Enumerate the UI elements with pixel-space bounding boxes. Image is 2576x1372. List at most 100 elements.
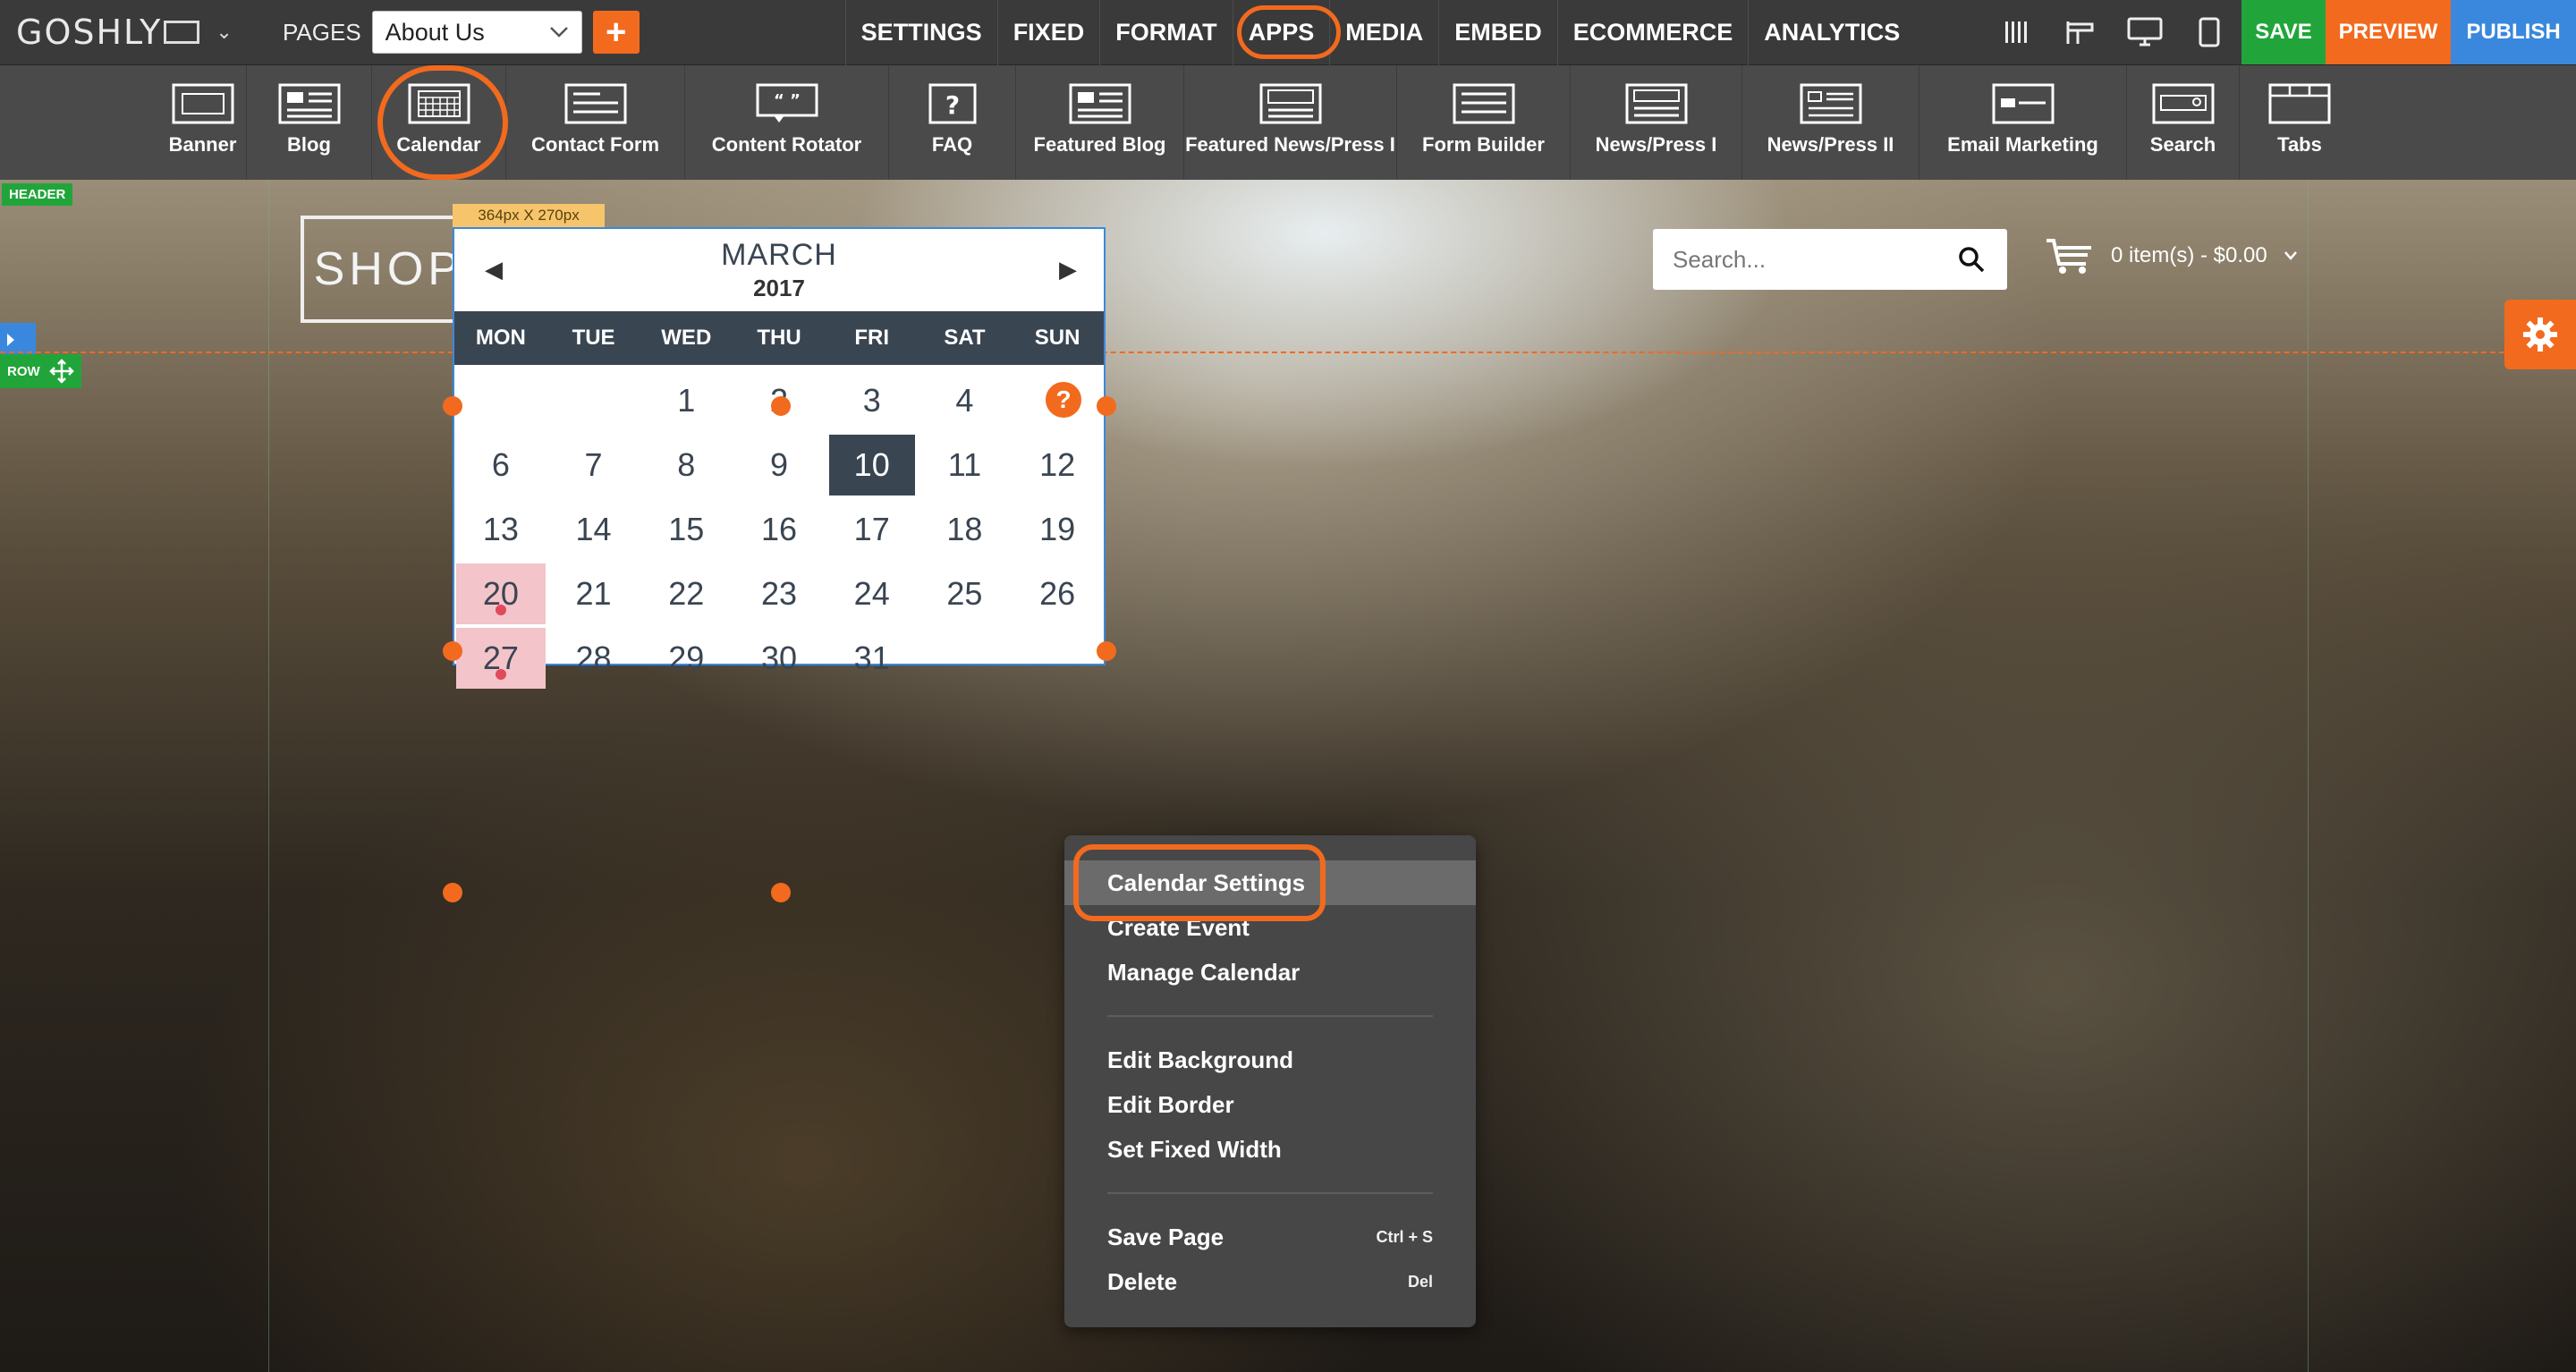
app-content-rotator[interactable]: “ ” Content Rotator (685, 65, 889, 180)
save-button[interactable]: SAVE (2241, 0, 2326, 64)
app-calendar[interactable]: Calendar (372, 65, 508, 180)
menu-item-label: Delete (1107, 1267, 1178, 1295)
menu-item-manage-calendar[interactable]: Manage Calendar (1064, 950, 1476, 995)
calendar-day[interactable]: 1 (640, 370, 733, 431)
app-label: Search (2149, 133, 2216, 156)
calendar-day[interactable]: 27 (456, 628, 546, 689)
menu-ecommerce[interactable]: ECOMMERCE (1556, 0, 1749, 65)
resize-handle-right[interactable] (1097, 641, 1116, 661)
page-select[interactable]: About Us (371, 11, 582, 54)
menu-item-edit-border[interactable]: Edit Border (1064, 1082, 1476, 1127)
menu-item-save-page[interactable]: Save Page Ctrl + S (1064, 1215, 1476, 1259)
prev-month-button[interactable]: ◀ (485, 256, 503, 284)
calendar-day[interactable]: 24 (826, 563, 919, 624)
menu-analytics[interactable]: ANALYTICS (1748, 0, 1915, 65)
chevron-down-icon[interactable]: ⌄ (216, 21, 233, 44)
app-form-builder[interactable]: Form Builder (1397, 65, 1571, 180)
calendar-day[interactable]: 3 (826, 370, 919, 431)
app-contact-form[interactable]: Contact Form (506, 65, 685, 180)
calendar-day[interactable]: 29 (640, 628, 733, 689)
menu-apps[interactable]: APPS (1232, 0, 1341, 65)
resize-handle-bottom-left[interactable] (443, 883, 462, 902)
resize-handle-top[interactable] (771, 396, 791, 416)
menu-fixed[interactable]: FIXED (996, 0, 1100, 65)
resize-handle-bottom[interactable] (771, 883, 791, 902)
calendar-day[interactable]: 22 (640, 563, 733, 624)
calendar-day[interactable]: 14 (547, 499, 640, 560)
goshly-logo[interactable]: GOSHLY ⌄ (0, 0, 268, 64)
calendar-day[interactable]: 31 (826, 628, 919, 689)
calendar-day[interactable]: 20 (456, 563, 546, 624)
help-icon[interactable]: ? (1043, 379, 1084, 420)
menu-item-delete[interactable]: Delete Del (1064, 1259, 1476, 1304)
app-blog[interactable]: Blog (247, 65, 372, 180)
menu-item-shortcut: Del (1407, 1272, 1433, 1291)
calendar-day[interactable]: 11 (919, 435, 1012, 495)
app-label: Featured Blog (1033, 133, 1166, 156)
app-featured-news[interactable]: Featured News/Press I (1184, 65, 1397, 180)
calendar-day[interactable]: 25 (919, 563, 1012, 624)
next-month-button[interactable]: ▶ (1059, 256, 1077, 284)
calendar-day[interactable]: 9 (733, 435, 826, 495)
weekday-label: TUE (572, 326, 615, 350)
tablet-icon[interactable] (2177, 0, 2241, 64)
cart[interactable]: 0 item(s) - $0.00 (2045, 237, 2298, 275)
calendar-day[interactable]: 30 (733, 628, 826, 689)
calendar-day[interactable]: 19 (1011, 499, 1104, 560)
desktop-icon[interactable] (2113, 0, 2177, 64)
chevron-down-icon (2284, 251, 2297, 260)
app-featured-blog[interactable]: Featured Blog (1016, 65, 1184, 180)
calendar-day[interactable]: 16 (733, 499, 826, 560)
calendar-day[interactable]: 23 (733, 563, 826, 624)
row-boundary (0, 351, 2576, 353)
menu-item-set-fixed-width[interactable]: Set Fixed Width (1064, 1127, 1476, 1172)
calendar-day[interactable]: 4 (919, 370, 1012, 431)
move-icon[interactable] (48, 359, 74, 384)
app-news-press-2[interactable]: News/Press II (1742, 65, 1919, 180)
publish-button[interactable]: PUBLISH (2451, 0, 2576, 64)
search-icon[interactable] (1957, 245, 1986, 274)
calendar-day[interactable]: 15 (640, 499, 733, 560)
header-badge[interactable]: HEADER (2, 183, 73, 206)
app-faq[interactable]: ? FAQ (889, 65, 1016, 180)
resize-handle-top-left[interactable] (443, 396, 462, 416)
row-icon[interactable] (2048, 0, 2113, 64)
menu-item-calendar-settings[interactable]: Calendar Settings (1064, 844, 1476, 921)
calendar-day[interactable]: 12 (1011, 435, 1104, 495)
menu-settings[interactable]: SETTINGS (844, 0, 997, 65)
app-banner[interactable]: Banner (159, 65, 247, 180)
app-label: News/Press II (1767, 133, 1894, 156)
app-email-marketing[interactable]: Email Marketing (1919, 65, 2127, 180)
preview-button[interactable]: PREVIEW (2326, 0, 2451, 64)
add-page-button[interactable]: + (592, 11, 640, 54)
resize-handle-top-right[interactable] (1097, 396, 1116, 416)
resize-handle-left[interactable] (443, 641, 462, 661)
weekday-label: FRI (854, 326, 890, 350)
app-tabs[interactable]: Tabs (2240, 65, 2360, 180)
calendar-day[interactable]: 8 (640, 435, 733, 495)
calendar-widget[interactable]: ◀ MARCH 2017 ▶ MON TUE WED THU FRI SAT S… (453, 227, 1106, 689)
column-guide (268, 180, 269, 1372)
app-news-press-1[interactable]: News/Press I (1571, 65, 1742, 180)
menu-item-edit-background[interactable]: Edit Background (1064, 1037, 1476, 1082)
weekday-label: MON (475, 326, 526, 350)
calendar-day[interactable]: 21 (547, 563, 640, 624)
calendar-day[interactable]: 17 (826, 499, 919, 560)
columns-icon[interactable] (1984, 0, 2048, 64)
gear-icon[interactable] (2504, 300, 2576, 369)
calendar-day[interactable]: 7 (547, 435, 640, 495)
cart-summary: 0 item(s) - $0.00 (2111, 243, 2267, 267)
calendar-day[interactable]: 26 (1011, 563, 1104, 624)
row-badge[interactable]: ROW (0, 354, 81, 388)
calendar-day[interactable]: 13 (454, 499, 547, 560)
site-search-input[interactable]: Search... (1653, 229, 2007, 290)
app-search[interactable]: Search (2127, 65, 2240, 180)
app-label: Tabs (2277, 133, 2322, 156)
calendar-day[interactable]: 28 (547, 628, 640, 689)
calendar-day[interactable]: 6 (454, 435, 547, 495)
menu-media[interactable]: MEDIA (1329, 0, 1438, 65)
menu-format[interactable]: FORMAT (1099, 0, 1232, 65)
calendar-day[interactable]: 10 (828, 435, 915, 495)
calendar-day[interactable]: 18 (919, 499, 1012, 560)
menu-embed[interactable]: EMBED (1438, 0, 1557, 65)
